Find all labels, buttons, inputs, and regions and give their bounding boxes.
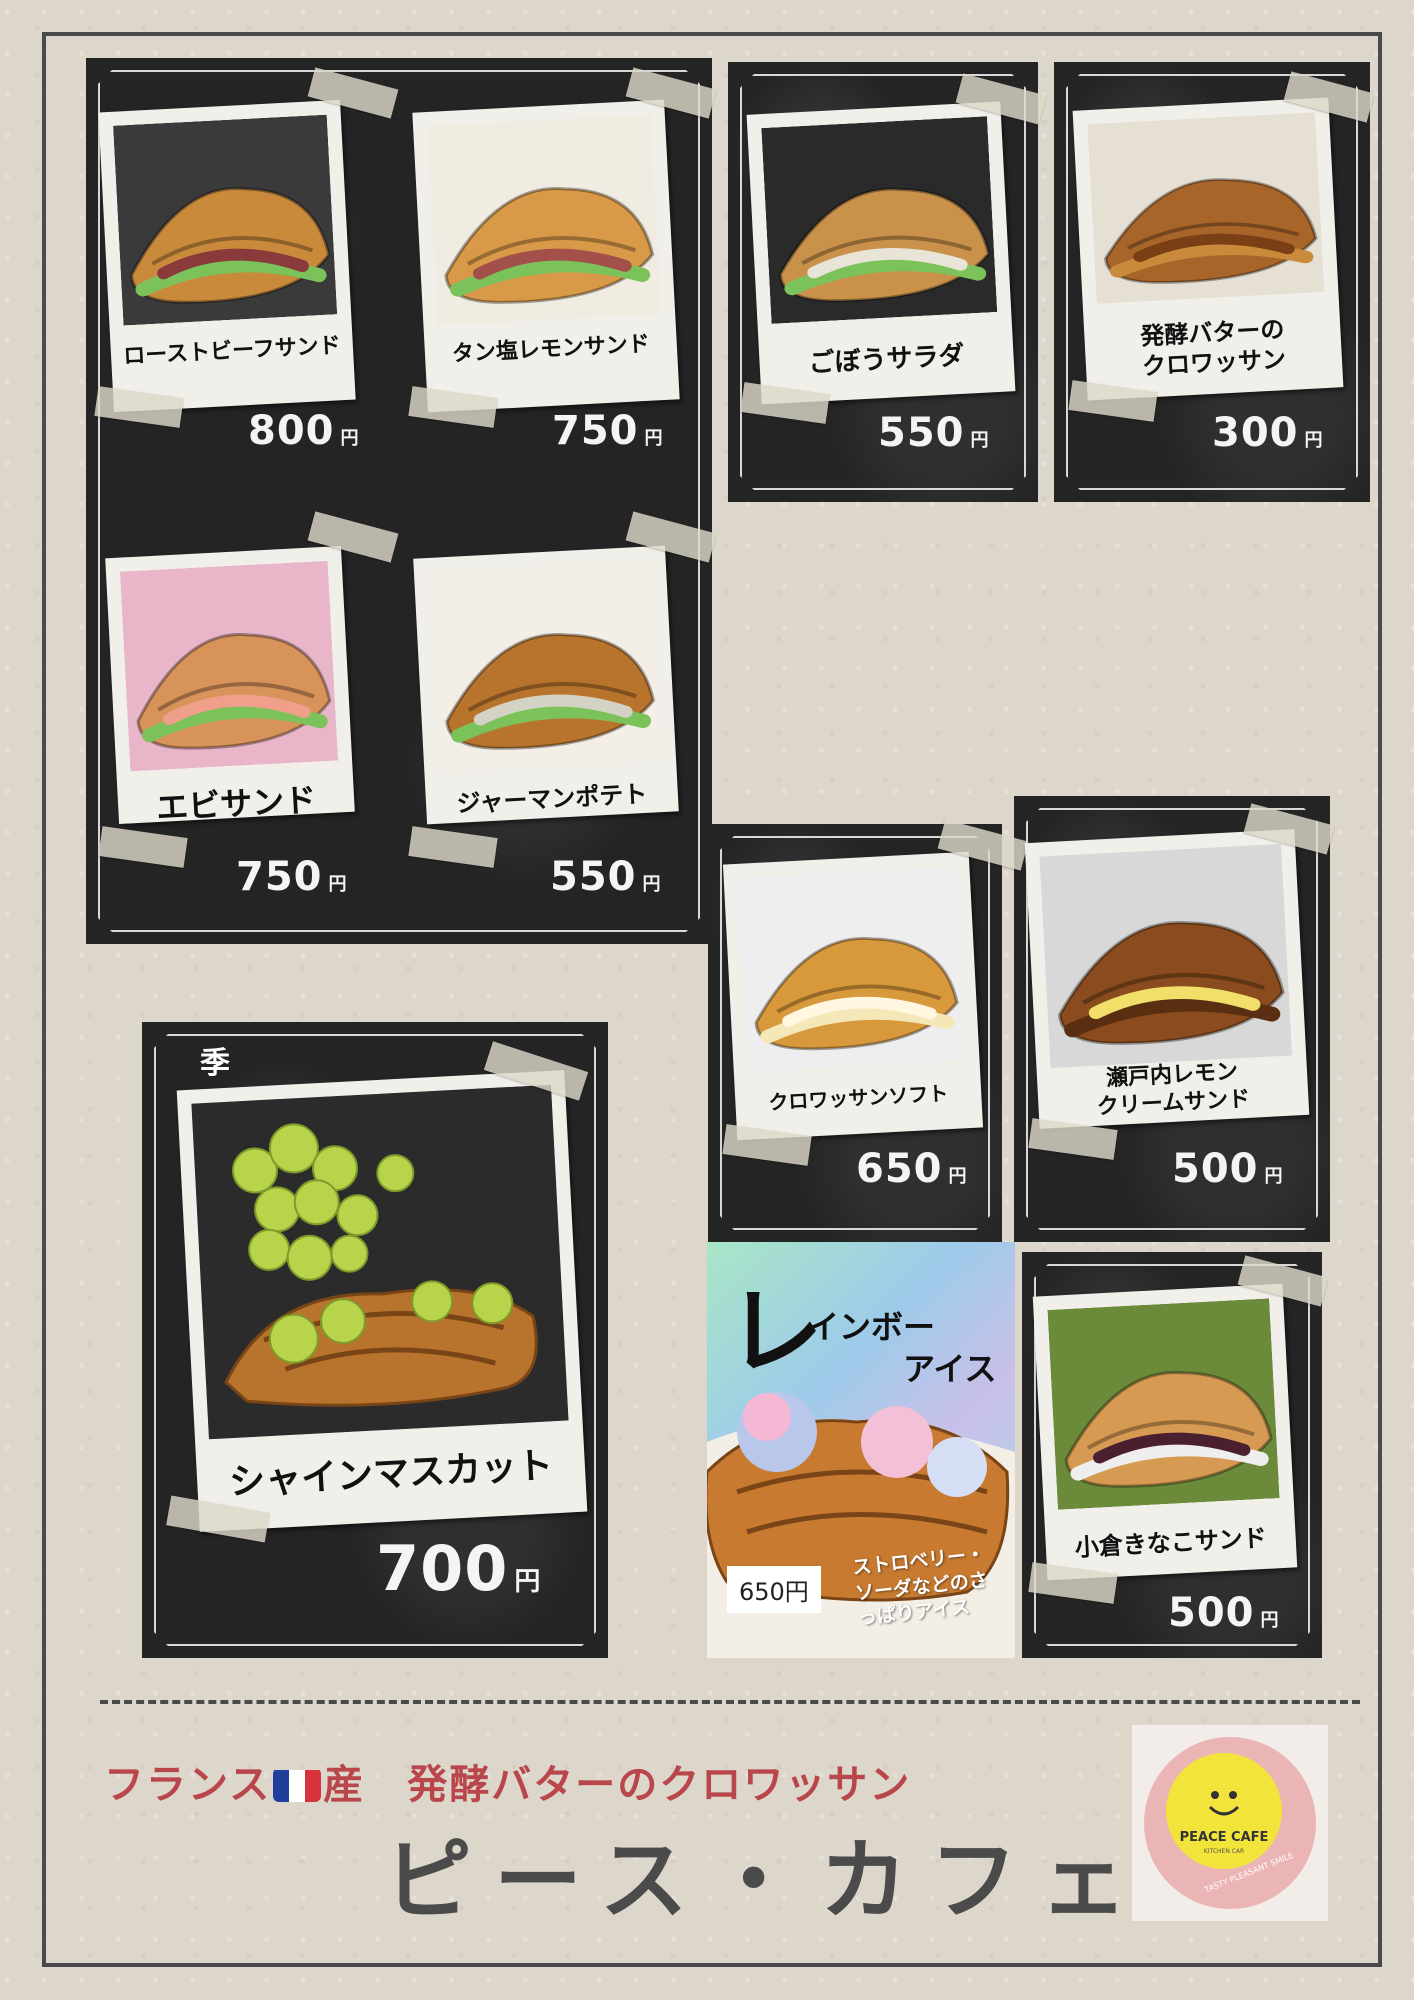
item-price: 550 円 [878, 410, 989, 456]
polaroid-frame: ごぼうサラダ [746, 101, 1016, 405]
item-name: タン塩レモンサンド [451, 331, 651, 368]
item-name: 瀬戸内レモン クリームサンド [1096, 1059, 1251, 1120]
rainbow-description: ストロベリー・ソーダなどのさっぱりアイス [851, 1543, 989, 1630]
svg-text:PEACE CAFE: PEACE CAFE [1180, 1830, 1269, 1845]
polaroid-frame: 瀬戸内レモン クリームサンド [1024, 829, 1310, 1129]
item-price: 500 円 [1172, 1146, 1283, 1192]
seasonal-name: シャインマスカット [228, 1445, 554, 1504]
food-photo [427, 114, 662, 326]
item-price: 750 円 [236, 854, 347, 900]
item-price: 300 円 [1212, 410, 1323, 456]
item-name: クロワッサンソフト [767, 1081, 949, 1115]
polaroid-frame: ジャーマンポテト [413, 545, 679, 825]
rainbow-ice-promo: レ インボー アイス 650円 ストロベリー・ソーダなどのさっぱりアイス [707, 1242, 1015, 1658]
dashed-divider [100, 1700, 1360, 1704]
grape-croissant-image [191, 1084, 569, 1440]
svg-text:KITCHEN CAR: KITCHEN CAR [1204, 1848, 1244, 1855]
food-photo [761, 116, 998, 324]
food-photo [1047, 1298, 1280, 1510]
polaroid-frame: 発酵バターの クロワッサン [1072, 97, 1344, 401]
france-flag-icon [273, 1768, 322, 1802]
rainbow-title-line1: インボー [807, 1308, 936, 1346]
item-price: 550 円 [550, 854, 661, 900]
tagline: フランス産 発酵バターのクロワッサン [104, 1762, 912, 1808]
seasonal-photo [191, 1084, 569, 1440]
item-price: 500 円 [1168, 1590, 1279, 1636]
item-name: ローストビーフサンド [122, 333, 342, 370]
polaroid-frame: ローストビーフサンド [98, 99, 356, 413]
item-price: 750 円 [552, 408, 663, 454]
item-name: 発酵バターの クロワッサン [1139, 315, 1287, 381]
item-price: 650 円 [856, 1146, 967, 1192]
seasonal-price: 700 円 [376, 1532, 541, 1605]
food-photo [119, 560, 339, 772]
food-photo [427, 560, 663, 772]
polaroid-frame: タン塩レモンサンド [412, 99, 680, 413]
item-name: 小倉きなこサンド [1074, 1523, 1268, 1562]
polaroid-frame: 小倉きなこサンド [1032, 1283, 1298, 1581]
shop-name: ピース・カフェ [384, 1829, 1150, 1932]
seasonal-polaroid: シャインマスカット [176, 1070, 588, 1532]
food-photo [737, 866, 966, 1072]
rainbow-price: 650円 [727, 1566, 821, 1613]
item-price: 800 円 [248, 408, 359, 454]
polaroid-frame: エビサンド [105, 546, 355, 827]
food-photo [1039, 843, 1293, 1069]
item-name: ごぼうサラダ [807, 340, 966, 379]
food-photo [1087, 112, 1325, 304]
food-photo [113, 114, 338, 326]
peace-cafe-logo: PEACE CAFE KITCHEN CAR TASTY PLEASANT SM… [1132, 1725, 1328, 1921]
polaroid-frame: クロワッサンソフト [722, 851, 984, 1141]
rainbow-title-line2: アイス [903, 1350, 997, 1388]
